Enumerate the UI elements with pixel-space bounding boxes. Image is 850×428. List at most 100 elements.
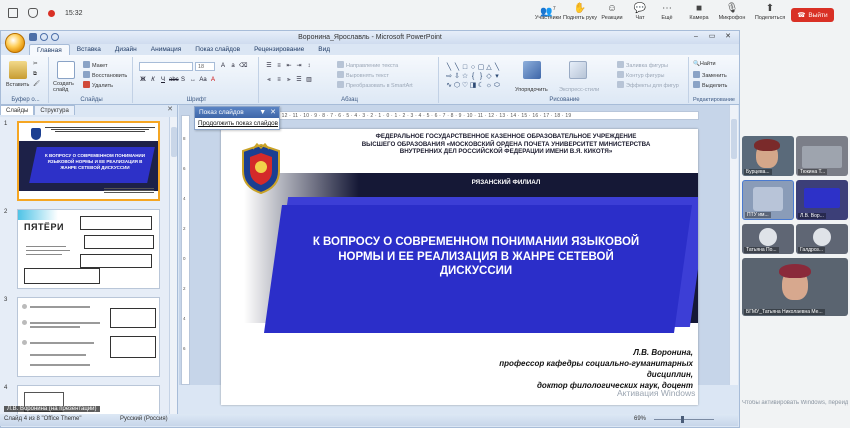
diamond-shape-icon[interactable]: ◇ xyxy=(485,72,493,81)
tab-slideshow[interactable]: Показ слайдов xyxy=(188,44,247,55)
text-direction-button[interactable]: Направление текста xyxy=(337,61,398,69)
align-center-icon[interactable]: ≡ xyxy=(275,76,283,84)
delete-button[interactable]: Удалить xyxy=(83,81,113,89)
new-slide-button[interactable]: Создать слайд xyxy=(53,81,83,93)
align-right-icon[interactable]: ⫸ xyxy=(285,76,293,84)
shadow-icon[interactable]: S xyxy=(179,76,187,84)
tab-view[interactable]: Вид xyxy=(311,44,337,55)
tab-animation[interactable]: Анимация xyxy=(144,44,189,55)
scrollbar-thumb[interactable] xyxy=(171,127,177,157)
maximize-button[interactable]: ▭ xyxy=(705,32,719,42)
curve-shape-icon[interactable]: ∿ xyxy=(445,81,453,90)
shapes-gallery[interactable]: ╲ ╲ □ ○ ▢ △ ╲ ⇨ ⇩ ☆{} ◇ ▾ ∿ ⬡ ♡ ◨ ☾ ☼ ⬭ xyxy=(445,63,503,93)
arrow2-shape-icon[interactable]: ⇩ xyxy=(453,72,461,81)
participant-tile-5[interactable]: Татьяна По... xyxy=(742,224,794,254)
copy-icon[interactable]: ⧉ xyxy=(33,71,37,78)
tab-review[interactable]: Рецензирование xyxy=(247,44,311,55)
participant-tile-4[interactable]: Л.В. Вор... xyxy=(796,180,848,220)
line2-shape-icon[interactable]: ╲ xyxy=(453,63,461,72)
save-icon[interactable] xyxy=(29,33,37,41)
grow-font-icon[interactable]: A xyxy=(219,62,227,70)
find-button[interactable]: 🔍Найти xyxy=(693,61,716,67)
star-shape-icon[interactable]: ☆ xyxy=(461,72,469,81)
current-slide[interactable]: ФЕДЕРАЛЬНОЕ ГОСУДАРСТВЕННОЕ КАЗЕННОЕ ОБР… xyxy=(221,129,698,405)
format-painter-icon[interactable]: 🖌 xyxy=(33,81,40,87)
clear-format-icon[interactable]: ⌫ xyxy=(239,62,247,70)
bullets-icon[interactable]: ☰ xyxy=(265,62,273,70)
spacing-icon[interactable]: ↔ xyxy=(189,76,197,84)
minimize-button[interactable]: – xyxy=(689,32,703,42)
rounded-rect-icon[interactable]: ▢ xyxy=(477,63,485,72)
rect-shape-icon[interactable]: □ xyxy=(461,63,469,72)
resume-slideshow-link[interactable]: Продолжить показ слайдов xyxy=(195,118,279,127)
shape-effects-button[interactable]: Эффекты для фигур xyxy=(617,81,679,89)
tab-home[interactable]: Главная xyxy=(29,44,70,55)
moon-shape-icon[interactable]: ☾ xyxy=(477,81,485,90)
layout-button[interactable]: Макет xyxy=(83,61,108,69)
font-color-icon[interactable]: A xyxy=(209,76,217,84)
line3-shape-icon[interactable]: ╲ xyxy=(493,63,501,72)
replace-button[interactable]: Заменить xyxy=(693,71,727,79)
participant-tile-7[interactable]: БГМУ_Татьяна Николаевна Ме... xyxy=(742,258,848,316)
align-left-icon[interactable]: ⫷ xyxy=(265,76,273,84)
quick-styles-button[interactable]: Экспресс-стили xyxy=(559,87,599,93)
exit-call-button[interactable]: ☎ Выйти xyxy=(791,8,834,22)
callout-shape-icon[interactable]: ◨ xyxy=(469,81,477,90)
oval-shape-icon[interactable]: ○ xyxy=(469,63,477,72)
font-name-combo[interactable] xyxy=(139,62,193,71)
reset-button[interactable]: Восстановить xyxy=(83,71,127,79)
slide-thumb-1[interactable]: К ВОПРОСУ О СОВРЕМЕННОМ ПОНИМАНИИ ЯЗЫКОВ… xyxy=(17,121,160,201)
undo-icon[interactable] xyxy=(40,33,48,41)
indent-icon[interactable]: ⇥ xyxy=(295,62,303,70)
participant-tile-1[interactable]: Бурцева... xyxy=(742,136,794,176)
close-button[interactable]: ✕ xyxy=(721,32,735,42)
case-icon[interactable]: Aa xyxy=(199,76,207,84)
underline-icon[interactable]: Ч xyxy=(159,76,167,84)
flow-shape-icon[interactable]: ⬭ xyxy=(493,81,501,90)
bold-icon[interactable]: Ж xyxy=(139,76,147,84)
italic-icon[interactable]: К xyxy=(149,76,157,84)
tab-design[interactable]: Дизайн xyxy=(108,44,144,55)
slides-pane-scrollbar[interactable] xyxy=(169,117,177,415)
more-shapes-icon[interactable]: ▾ xyxy=(493,72,501,81)
popup-close-icon[interactable]: ✕ xyxy=(270,109,276,116)
align-text-button[interactable]: Выровнять текст xyxy=(337,71,389,79)
line-spacing-icon[interactable]: ↕ xyxy=(305,62,313,70)
triangle-shape-icon[interactable]: △ xyxy=(485,63,493,72)
participant-tile-2[interactable]: Тюкина Т... xyxy=(796,136,848,176)
justify-icon[interactable]: ☰ xyxy=(295,76,303,84)
shrink-font-icon[interactable]: a xyxy=(229,62,237,70)
slide-thumb-2[interactable]: ПЯТЁРИ xyxy=(17,209,160,289)
arrange-button[interactable]: Упорядочить xyxy=(515,87,548,93)
tab-outline[interactable]: Структура xyxy=(34,105,75,115)
share-button[interactable]: ⬆ Поделиться xyxy=(750,3,790,21)
tab-insert[interactable]: Вставка xyxy=(70,44,108,55)
grid-icon[interactable] xyxy=(8,8,18,18)
zoom-slider-handle[interactable] xyxy=(681,416,684,423)
zoom-level[interactable]: 69% xyxy=(634,414,646,425)
select-button[interactable]: Выделить xyxy=(693,81,727,89)
numbering-icon[interactable]: ≡ xyxy=(275,62,283,70)
brace-shape-icon[interactable]: { xyxy=(469,72,477,81)
zoom-slider[interactable] xyxy=(654,419,714,420)
strike-icon[interactable]: abc xyxy=(169,76,179,84)
cut-icon[interactable]: ✂ xyxy=(33,61,38,67)
smartart-button[interactable]: Преобразовать в SmartArt xyxy=(337,81,413,89)
columns-icon[interactable]: ▥ xyxy=(305,76,313,84)
editor-scrollbar[interactable] xyxy=(729,105,738,385)
slide-thumb-3[interactable] xyxy=(17,297,160,377)
outdent-icon[interactable]: ⇤ xyxy=(285,62,293,70)
heart-shape-icon[interactable]: ♡ xyxy=(461,81,469,90)
shape-outline-button[interactable]: Контур фигуры xyxy=(617,71,664,79)
office-button[interactable] xyxy=(5,33,25,53)
popup-menu-icon[interactable]: ▼ xyxy=(259,109,266,116)
redo-icon[interactable] xyxy=(51,33,59,41)
tab-slides[interactable]: Слайды xyxy=(0,105,35,115)
arrow-shape-icon[interactable]: ⇨ xyxy=(445,72,453,81)
editor-scrollbar-thumb[interactable] xyxy=(731,119,737,159)
sun-shape-icon[interactable]: ☼ xyxy=(485,81,493,90)
participant-tile-6[interactable]: Галдроз... xyxy=(796,224,848,254)
close-pane-icon[interactable]: ✕ xyxy=(167,105,173,113)
microphone-button[interactable]: 🎙 Микрофон xyxy=(712,3,752,21)
language-indicator[interactable]: Русский (Россия) xyxy=(120,414,168,425)
